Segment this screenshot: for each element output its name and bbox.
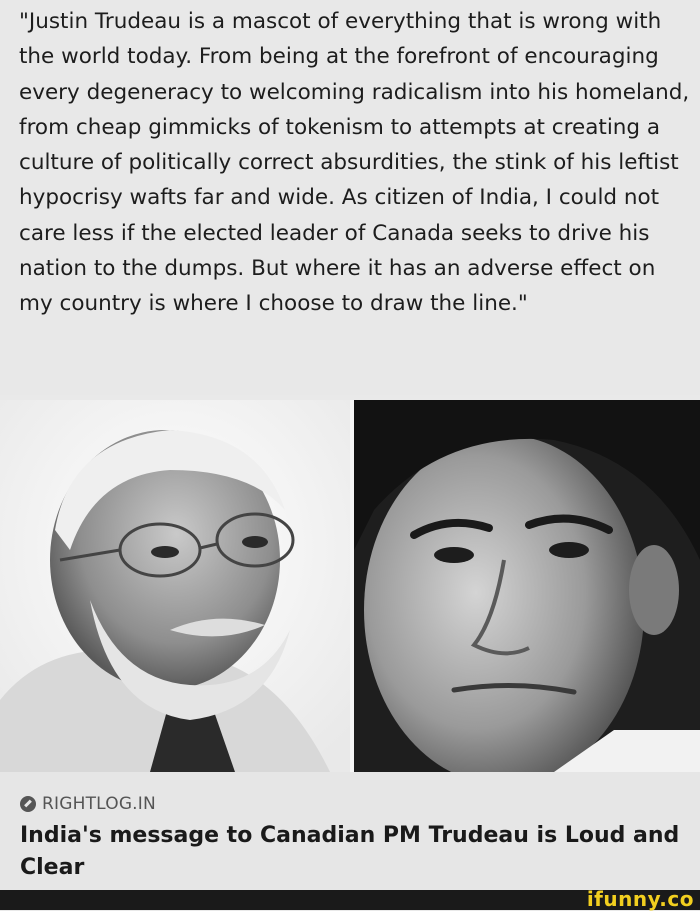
quote-block: "Justin Trudeau is a mascot of everythin… xyxy=(0,0,700,395)
source-domain: RIGHTLOG.IN xyxy=(42,794,156,814)
right-portrait-photo xyxy=(354,400,700,772)
link-title[interactable]: India's message to Canadian PM Trudeau i… xyxy=(20,820,680,884)
quote-text: "Justin Trudeau is a mascot of everythin… xyxy=(19,9,690,317)
photo-row[interactable] xyxy=(0,400,700,772)
watermark-bar: ifunny.co xyxy=(0,887,700,911)
compass-icon xyxy=(20,796,36,812)
ifunny-watermark: ifunny.co xyxy=(586,887,694,911)
source-row: RIGHTLOG.IN xyxy=(20,792,156,816)
link-preview-card[interactable]: RIGHTLOG.IN India's message to Canadian … xyxy=(0,772,700,890)
left-portrait-photo xyxy=(0,400,350,772)
